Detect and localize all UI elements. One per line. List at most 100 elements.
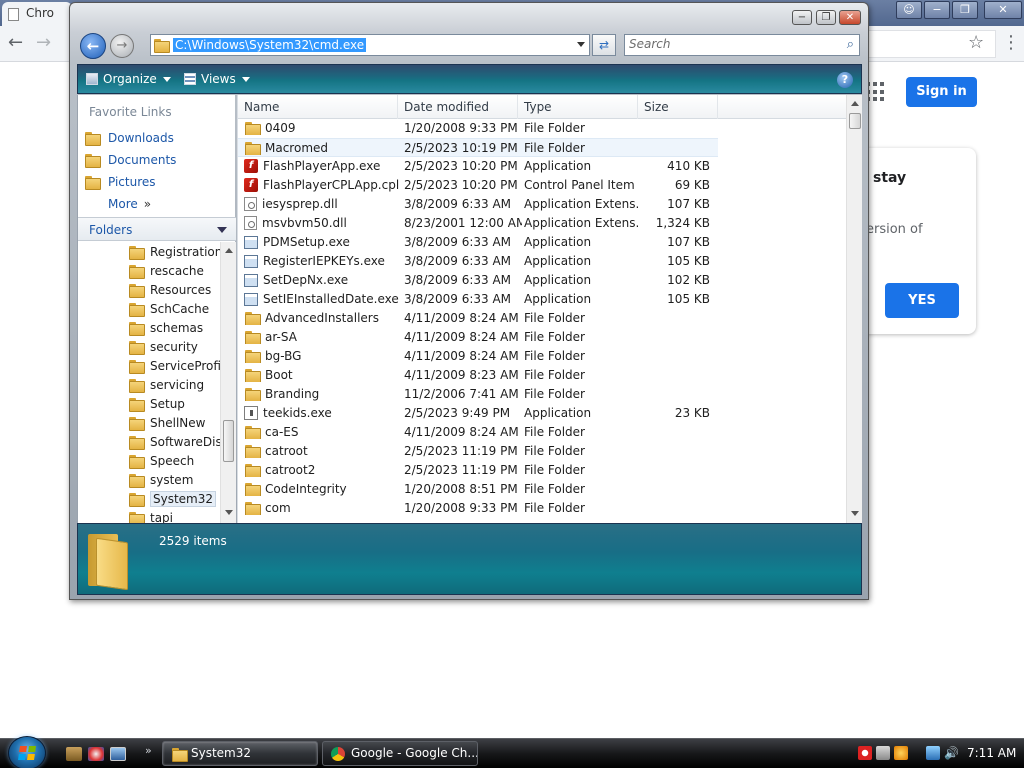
dialog-maximize-button[interactable]: ❐ <box>816 10 836 25</box>
views-button[interactable]: Views <box>184 72 250 86</box>
taskbar-button-system32[interactable]: System32 <box>162 741 318 766</box>
tree-item-selected[interactable]: System32 <box>128 489 217 508</box>
tree-item[interactable]: rescache <box>128 261 204 280</box>
favorite-link-more[interactable]: More » <box>108 194 151 214</box>
file-scroll-thumb[interactable] <box>849 113 861 129</box>
dialog-minimize-button[interactable]: − <box>792 10 812 25</box>
file-row[interactable]: SetIEInstalledDate.exe 3/8/2009 6:33 AM Ap… <box>238 290 846 309</box>
chrome-forward-icon[interactable]: → <box>36 34 51 52</box>
back-button[interactable]: ← <box>80 33 106 59</box>
security-alert-icon[interactable] <box>858 746 872 760</box>
chevron-down-icon[interactable] <box>217 227 227 233</box>
forward-button[interactable]: → <box>110 34 134 58</box>
quicklaunch-tools-icon[interactable] <box>66 747 82 761</box>
file-row[interactable]: Boot 4/11/2009 8:23 AM File Folder <box>238 366 846 385</box>
column-size[interactable]: Size <box>638 95 718 119</box>
file-row[interactable]: catroot 2/5/2023 11:19 PM File Folder <box>238 442 846 461</box>
apps-grid-icon[interactable] <box>866 82 886 102</box>
folders-header[interactable]: Folders <box>78 217 236 241</box>
tree-item[interactable]: system <box>128 470 193 489</box>
tree-scroll-thumb[interactable] <box>223 420 234 462</box>
scroll-down-icon[interactable] <box>851 511 859 516</box>
scroll-up-icon[interactable] <box>851 101 859 106</box>
file-row[interactable]: Macromed 2/5/2023 10:19 PM File Folder <box>238 138 718 157</box>
search-icon[interactable]: ⌕ <box>847 37 854 52</box>
tree-item[interactable]: SoftwareDist <box>128 432 220 451</box>
sign-in-button[interactable]: Sign in <box>906 77 977 107</box>
show-desktop-icon[interactable] <box>110 747 126 761</box>
address-dropdown-icon[interactable] <box>577 42 585 47</box>
address-path[interactable]: C:\Windows\System32\cmd.exe <box>173 38 367 52</box>
tree-item[interactable]: Registration <box>128 242 220 261</box>
organize-button[interactable]: Organize <box>86 72 171 86</box>
file-row[interactable]: f FlashPlayerCPLApp.cpl 2/5/2023 10:20 PM C… <box>238 176 846 195</box>
person-icon[interactable]: ☺ <box>896 1 922 19</box>
start-button[interactable] <box>8 736 46 768</box>
column-date-modified[interactable]: Date modified <box>398 95 518 119</box>
tree-scrollbar[interactable] <box>220 242 236 523</box>
tree-item[interactable]: security <box>128 337 198 356</box>
file-size-cell: 107 KB <box>667 235 710 249</box>
dialog-close-button[interactable]: ✕ <box>839 10 861 25</box>
file-name: FlashPlayerApp.exe <box>263 159 381 173</box>
favorite-link-documents[interactable]: Documents <box>84 150 176 170</box>
file-row[interactable]: f FlashPlayerApp.exe 2/5/2023 10:20 PM Appl… <box>238 157 846 176</box>
chrome-tab[interactable]: Chro <box>2 2 72 26</box>
quicklaunch-security-icon[interactable] <box>88 747 104 761</box>
chrome-back-icon[interactable]: ← <box>8 34 23 52</box>
address-bar[interactable]: C:\Windows\System32\cmd.exe <box>150 34 590 56</box>
favorite-link-downloads[interactable]: Downloads <box>84 128 174 148</box>
scroll-down-icon[interactable] <box>225 510 233 515</box>
file-row[interactable]: 0409 1/20/2008 9:33 PM File Folder <box>238 119 846 138</box>
chrome-menu-icon[interactable]: ⋮ <box>1002 32 1020 53</box>
star-icon[interactable]: ☆ <box>968 32 984 53</box>
search-input[interactable] <box>629 37 829 51</box>
help-icon[interactable]: ? <box>837 72 853 88</box>
chrome-minimize-button[interactable]: − <box>924 1 950 19</box>
scroll-up-icon[interactable] <box>225 248 233 253</box>
tree-item[interactable]: ShellNew <box>128 413 205 432</box>
file-row[interactable]: ar-SA 4/11/2009 8:24 AM File Folder <box>238 328 846 347</box>
file-row[interactable]: bg-BG 4/11/2009 8:24 AM File Folder <box>238 347 846 366</box>
favorite-link-pictures[interactable]: Pictures <box>84 172 156 192</box>
file-name-cell: catroot2 <box>244 463 400 477</box>
search-box[interactable]: ⌕ <box>624 34 860 56</box>
tree-item[interactable]: SchCache <box>128 299 209 318</box>
tree-item[interactable]: Resources <box>128 280 211 299</box>
file-row[interactable]: com 1/20/2008 9:33 PM File Folder <box>238 499 846 518</box>
file-row[interactable]: AdvancedInstallers 4/11/2009 8:24 AM File … <box>238 309 846 328</box>
taskbar-button-google-chrome[interactable]: Google - Google Ch... <box>322 741 478 766</box>
refresh-button[interactable]: ⇄ <box>592 34 616 56</box>
app-icon <box>244 273 258 287</box>
file-row[interactable]: catroot2 2/5/2023 11:19 PM File Folder <box>238 461 846 480</box>
tree-item[interactable]: tapi <box>128 508 173 523</box>
folder-icon <box>128 321 145 336</box>
file-row[interactable]: Branding 11/2/2006 7:41 AM File Folder <box>238 385 846 404</box>
clock[interactable]: 7:11 AM <box>967 746 1016 760</box>
file-row[interactable]: RegisterIEPKEYs.exe 3/8/2009 6:33 AM Appli… <box>238 252 846 271</box>
tray-tool-icon[interactable] <box>876 746 890 760</box>
tree-item[interactable]: Setup <box>128 394 185 413</box>
tree-item-label: Setup <box>150 396 185 411</box>
tree-item[interactable]: schemas <box>128 318 203 337</box>
file-row[interactable]: SetDepNx.exe 3/8/2009 6:33 AM Application 1… <box>238 271 846 290</box>
column-name[interactable]: Name <box>238 95 398 119</box>
quicklaunch-more-icon[interactable]: » <box>145 744 152 757</box>
yes-button[interactable]: YES <box>885 283 959 318</box>
chrome-close-button[interactable]: ✕ <box>984 1 1022 19</box>
tray-search-icon[interactable] <box>894 746 908 760</box>
column-type[interactable]: Type <box>518 95 638 119</box>
tree-item[interactable]: ServiceProfile <box>128 356 220 375</box>
file-row[interactable]: teekids.exe 2/5/2023 9:49 PM Application 23… <box>238 404 846 423</box>
tree-item[interactable]: Speech <box>128 451 194 470</box>
file-scrollbar[interactable] <box>846 95 862 523</box>
volume-icon[interactable]: 🔊 <box>944 746 959 760</box>
network-icon[interactable] <box>926 746 940 760</box>
chrome-restore-button[interactable]: ❐ <box>952 1 978 19</box>
tree-item[interactable]: servicing <box>128 375 204 394</box>
file-row[interactable]: CodeIntegrity 1/20/2008 8:51 PM File Folde… <box>238 480 846 499</box>
file-row[interactable]: msvbvm50.dll 8/23/2001 12:00 AM Applicatio… <box>238 214 846 233</box>
file-row[interactable]: ca-ES 4/11/2009 8:24 AM File Folder <box>238 423 846 442</box>
file-row[interactable]: PDMSetup.exe 3/8/2009 6:33 AM Application 1… <box>238 233 846 252</box>
file-row[interactable]: iesysprep.dll 3/8/2009 6:33 AM Application… <box>238 195 846 214</box>
